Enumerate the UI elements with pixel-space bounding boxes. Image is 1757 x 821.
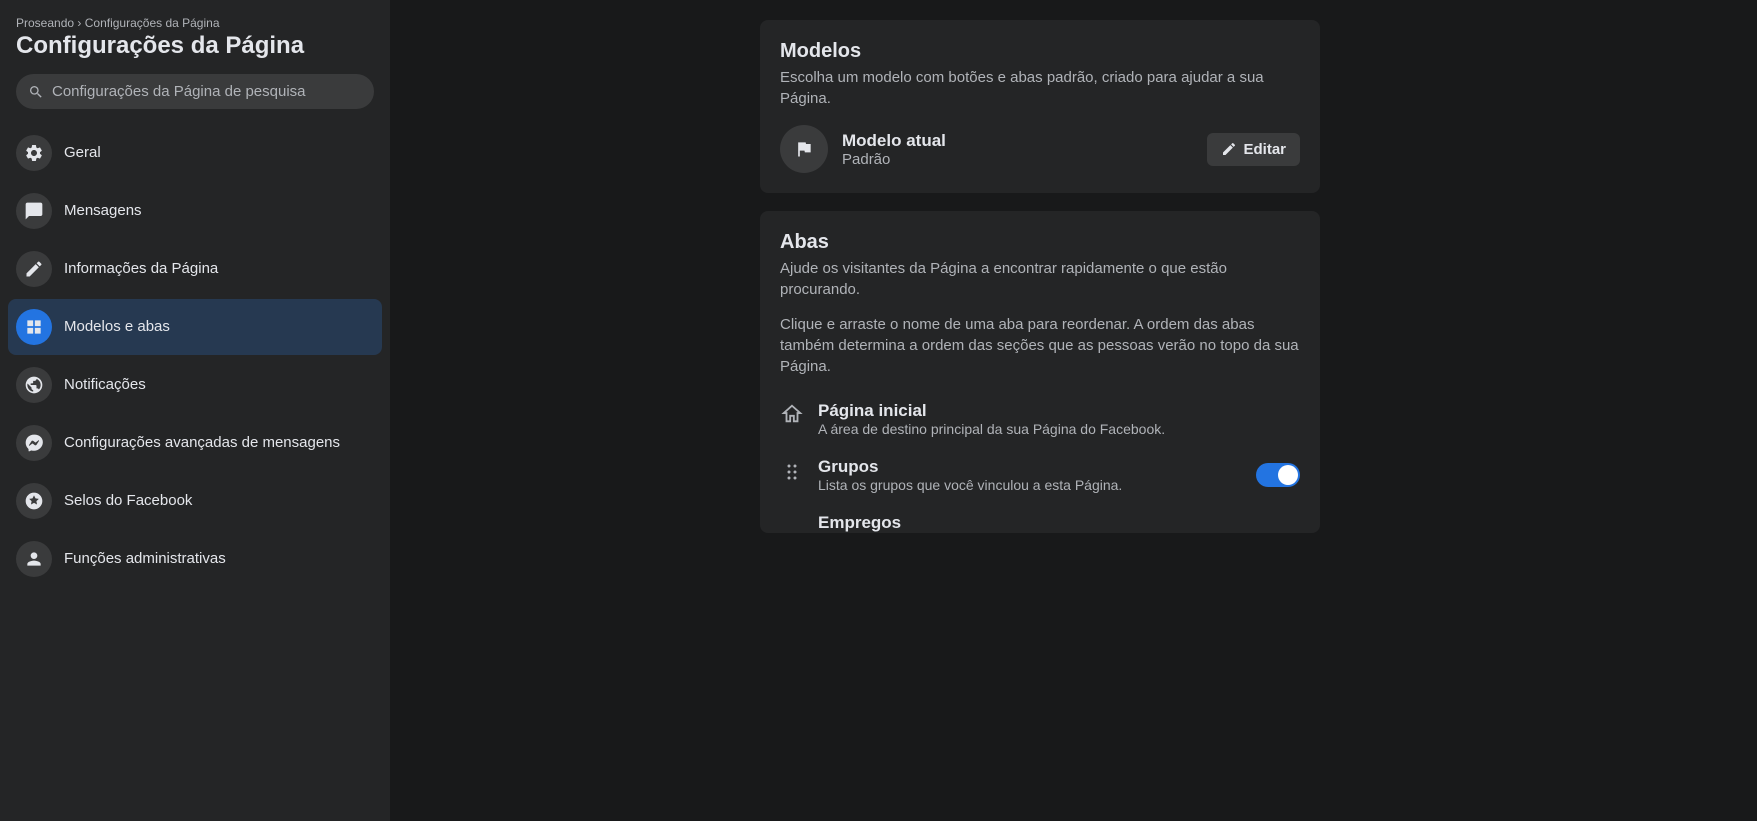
abas-description-2: Clique e arraste o nome de uma aba para … (780, 314, 1300, 377)
sidebar-item-label: Mensagens (64, 201, 142, 221)
edit-button[interactable]: Editar (1207, 133, 1300, 166)
tab-home: Página inicial A área de destino princip… (780, 391, 1300, 447)
breadcrumb: Proseando › Configurações da Página (8, 16, 382, 30)
sidebar-item-geral[interactable]: Geral (8, 125, 382, 181)
current-model-row: Modelo atual Padrão Editar (780, 125, 1300, 173)
modelos-title: Modelos (780, 40, 1300, 63)
drag-handle-icon[interactable] (780, 457, 804, 481)
sidebar-item-selos[interactable]: Selos do Facebook (8, 473, 382, 529)
pencil-icon (16, 251, 52, 287)
tab-home-title: Página inicial (818, 401, 1300, 421)
breadcrumb-parent[interactable]: Proseando (16, 16, 74, 30)
sidebar-item-mensagens[interactable]: Mensagens (8, 183, 382, 239)
page-title: Configurações da Página (8, 32, 382, 60)
breadcrumb-current: Configurações da Página (85, 16, 220, 30)
search-input[interactable] (52, 83, 362, 100)
home-icon (780, 401, 804, 425)
current-model-label: Modelo atual (842, 131, 1193, 151)
grid-icon (16, 309, 52, 345)
sidebar-item-modelos-abas[interactable]: Modelos e abas (8, 299, 382, 355)
nav-list: Geral Mensagens Informações da Página Mo… (8, 125, 382, 587)
tab-home-subtitle: A área de destino principal da sua Págin… (818, 421, 1300, 437)
sidebar-item-label: Geral (64, 143, 101, 163)
gear-icon (16, 135, 52, 171)
star-icon (16, 483, 52, 519)
edit-button-label: Editar (1243, 141, 1286, 158)
flag-icon (780, 125, 828, 173)
search-box[interactable] (16, 74, 374, 109)
sidebar-item-label: Funções administrativas (64, 549, 226, 569)
sidebar-item-label: Informações da Página (64, 259, 218, 279)
sidebar-item-label: Modelos e abas (64, 317, 170, 337)
main-content: Modelos Escolha um modelo com botões e a… (390, 0, 1757, 821)
search-icon (28, 84, 44, 100)
tab-grupos-subtitle: Lista os grupos que você vinculou a esta… (818, 477, 1242, 493)
sidebar-item-notificacoes[interactable]: Notificações (8, 357, 382, 413)
sidebar-item-label: Configurações avançadas de mensagens (64, 433, 340, 453)
person-icon (16, 541, 52, 577)
sidebar-item-label: Selos do Facebook (64, 491, 192, 511)
tab-empregos-title: Empregos (818, 503, 1300, 533)
globe-icon (16, 367, 52, 403)
modelos-description: Escolha um modelo com botões e abas padr… (780, 67, 1300, 109)
current-model-value: Padrão (842, 151, 1193, 168)
abas-description-1: Ajude os visitantes da Página a encontra… (780, 258, 1300, 300)
modelos-card: Modelos Escolha um modelo com botões e a… (760, 20, 1320, 193)
sidebar-item-config-avancadas[interactable]: Configurações avançadas de mensagens (8, 415, 382, 471)
sidebar-item-informacoes[interactable]: Informações da Página (8, 241, 382, 297)
sidebar-item-label: Notificações (64, 375, 146, 395)
chat-icon (16, 193, 52, 229)
toggle-grupos[interactable] (1256, 463, 1300, 487)
tab-grupos[interactable]: Grupos Lista os grupos que você vinculou… (780, 447, 1300, 503)
sidebar: Proseando › Configurações da Página Conf… (0, 0, 390, 821)
breadcrumb-separator: › (77, 16, 81, 30)
abas-card: Abas Ajude os visitantes da Página a enc… (760, 211, 1320, 533)
messenger-icon (16, 425, 52, 461)
abas-title: Abas (780, 231, 1300, 254)
sidebar-item-funcoes[interactable]: Funções administrativas (8, 531, 382, 587)
tab-grupos-title: Grupos (818, 457, 1242, 477)
pencil-icon (1221, 141, 1237, 157)
